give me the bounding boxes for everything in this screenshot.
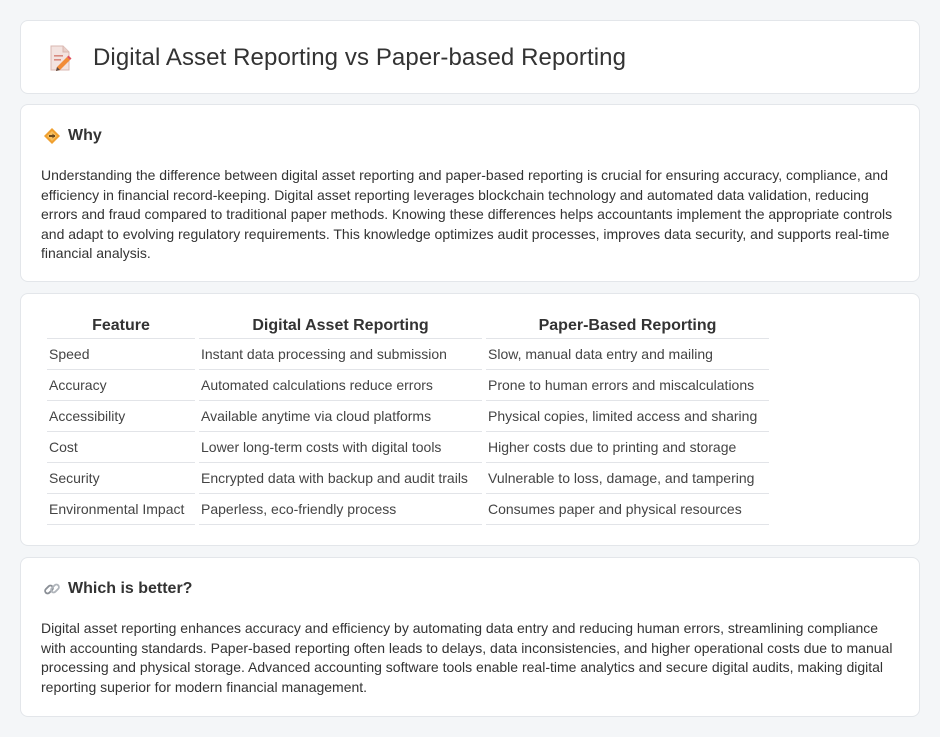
feature-cell: Speed (47, 339, 195, 370)
comparison-table: Feature Digital Asset Reporting Paper-Ba… (43, 316, 773, 525)
feature-cell: Accessibility (47, 401, 195, 432)
feature-cell: Security (47, 463, 195, 494)
digital-cell: Lower long-term costs with digital tools (199, 432, 482, 463)
feature-cell: Cost (47, 432, 195, 463)
digital-cell: Encrypted data with backup and audit tra… (199, 463, 482, 494)
link-icon (43, 580, 61, 598)
why-heading: Why (43, 127, 102, 145)
table-row: Accessibility Available anytime via clou… (47, 401, 769, 432)
table-row: Accuracy Automated calculations reduce e… (47, 370, 769, 401)
table-row: Security Encrypted data with backup and … (47, 463, 769, 494)
why-card: Why Understanding the difference between… (20, 104, 920, 282)
digital-cell: Automated calculations reduce errors (199, 370, 482, 401)
page-title: Digital Asset Reporting vs Paper-based R… (93, 44, 627, 71)
why-text: Understanding the difference between dig… (41, 167, 893, 262)
table-row: Cost Lower long-term costs with digital … (47, 432, 769, 463)
better-title: Which is better? (68, 580, 193, 597)
which-better-card: Which is better? Digital asset reporting… (20, 557, 920, 717)
better-heading: Which is better? (43, 580, 192, 598)
table-row: Environmental Impact Paperless, eco-frie… (47, 494, 769, 525)
paper-cell: Physical copies, limited access and shar… (486, 401, 769, 432)
better-text: Digital asset reporting enhances accurac… (41, 620, 893, 695)
paper-cell: Vulnerable to loss, damage, and tamperin… (486, 463, 769, 494)
digital-cell: Paperless, eco-friendly process (199, 494, 482, 525)
table-row: Speed Instant data processing and submis… (47, 339, 769, 370)
diamond-warning-icon (43, 127, 61, 145)
paper-cell: Prone to human errors and miscalculation… (486, 370, 769, 401)
header-paper: Paper-Based Reporting (486, 316, 769, 339)
paper-cell: Consumes paper and physical resources (486, 494, 769, 525)
paper-cell: Higher costs due to printing and storage (486, 432, 769, 463)
feature-cell: Accuracy (47, 370, 195, 401)
table-header-row: Feature Digital Asset Reporting Paper-Ba… (47, 316, 769, 339)
comparison-card: Feature Digital Asset Reporting Paper-Ba… (20, 293, 920, 546)
paper-cell: Slow, manual data entry and mailing (486, 339, 769, 370)
header-feature: Feature (47, 316, 195, 339)
digital-cell: Available anytime via cloud platforms (199, 401, 482, 432)
why-title: Why (68, 127, 102, 144)
document-pencil-icon (47, 43, 73, 73)
header-card: Digital Asset Reporting vs Paper-based R… (20, 20, 920, 94)
digital-cell: Instant data processing and submission (199, 339, 482, 370)
title-row: Digital Asset Reporting vs Paper-based R… (47, 43, 626, 73)
feature-cell: Environmental Impact (47, 494, 195, 525)
header-digital: Digital Asset Reporting (199, 316, 482, 339)
